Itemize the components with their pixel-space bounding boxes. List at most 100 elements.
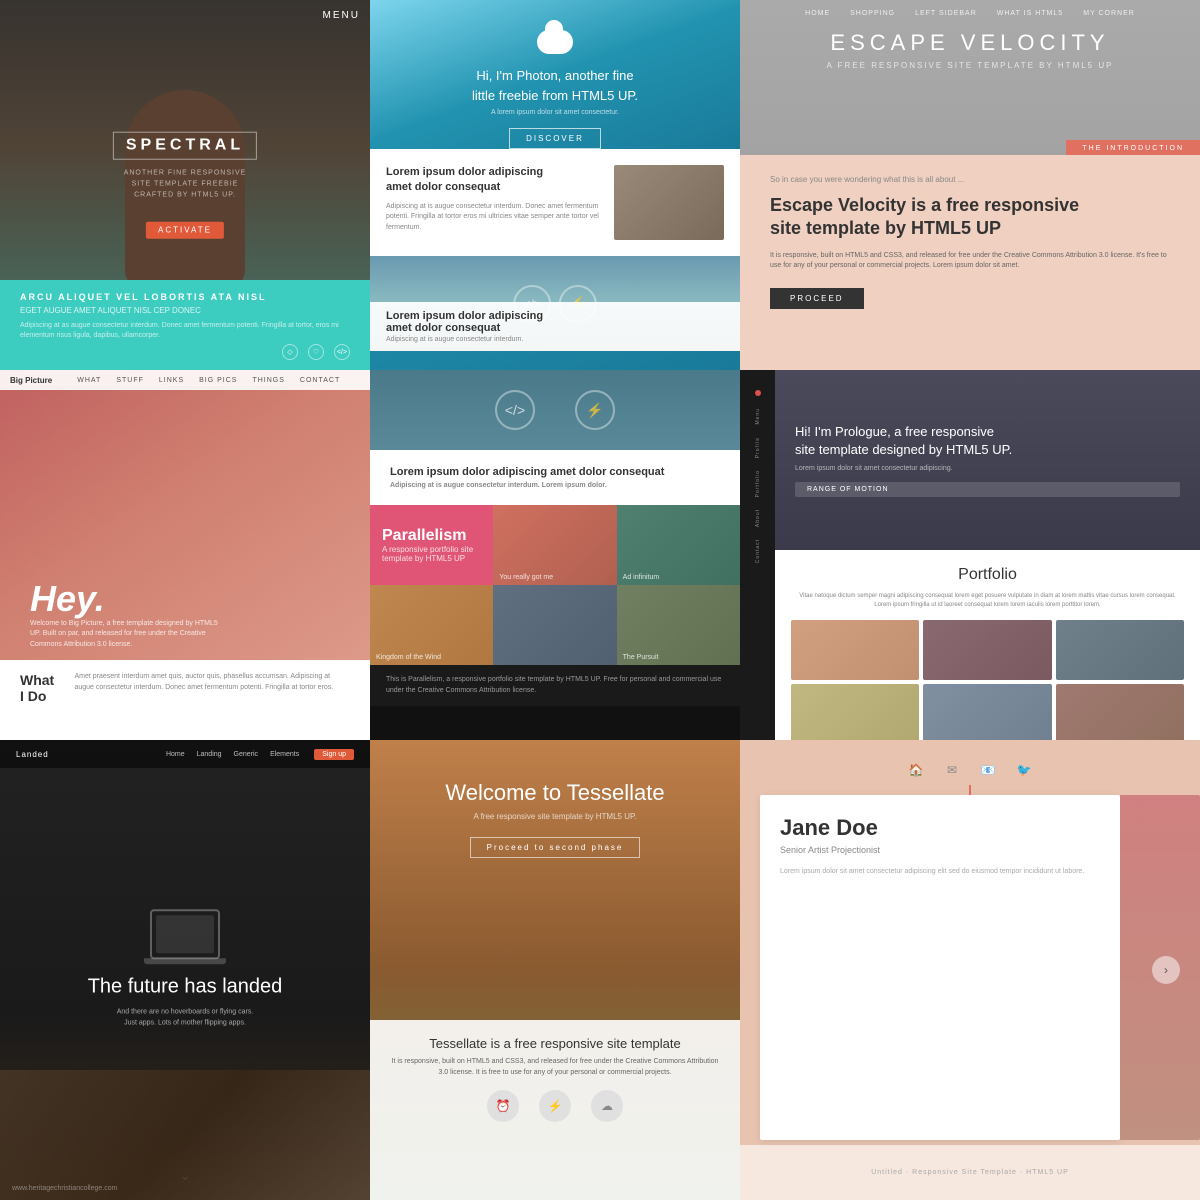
landed-nav-home[interactable]: Home: [166, 751, 185, 758]
parallelism-gallery-5[interactable]: The Pursuit: [617, 585, 740, 665]
spectral-teal-body: Adipiscing at as augue consectetur inter…: [20, 321, 350, 341]
bigpicture-nav-bigpics[interactable]: BIG PICS: [199, 377, 237, 384]
parallelism-gallery-2[interactable]: Ad infinitum: [617, 505, 740, 585]
cell-parallelism: </> ⚡ Lorem ipsum dolor adipiscing amet …: [370, 370, 740, 740]
portfolio-item-1[interactable]: [791, 620, 919, 680]
parallelism-gallery-3[interactable]: Kingdom of the Wind: [370, 585, 493, 665]
tessellate-footer-body: It is responsive, built on HTML5 and CSS…: [390, 1057, 720, 1078]
escape-proceed-btn[interactable]: PROCEED: [770, 288, 864, 309]
landed-logo: Landed: [16, 750, 151, 759]
spectral-teal-title: ARCU ALIQUET VEL LOBORTIS ATA NISL: [20, 292, 350, 302]
bigpicture-nav-things[interactable]: THINGS: [252, 377, 284, 384]
clock-icon: ⏰: [487, 1090, 519, 1122]
spectral-teal-bar: ARCU ALIQUET VEL LOBORTIS ATA NISL EGET …: [0, 280, 370, 370]
cell-escape: HOME SHOPPING LEFT SIDEBAR WHAT IS HTML5…: [740, 0, 1200, 370]
bigpicture-hey: Hey.: [30, 578, 105, 620]
prologue-sidebar-menu[interactable]: Menu: [755, 408, 761, 425]
bigpicture-nav-links[interactable]: LINKS: [159, 377, 184, 384]
jane-body: Lorem ipsum dolor sit amet consectetur a…: [780, 867, 1100, 878]
cell-prologue: Menu Profile Portfolio About Contact Hi!…: [740, 370, 1200, 740]
gallery-label-1: You really got me: [499, 574, 553, 581]
prologue-main: Hi! I'm Prologue, a free responsivesite …: [775, 370, 1200, 740]
spectral-menu: MENU: [323, 10, 360, 21]
spectral-title: SPECTRAL: [113, 132, 257, 160]
parallelism-icon-bolt: ⚡: [575, 390, 615, 430]
bigpicture-nav-what[interactable]: WHAT: [77, 377, 101, 384]
next-button[interactable]: ›: [1152, 956, 1180, 984]
parallelism-caption: This is Parallelism, a responsive portfo…: [370, 665, 740, 706]
cloud-icon: [537, 30, 573, 54]
parallelism-gallery-4[interactable]: [493, 585, 616, 665]
portfolio-item-3[interactable]: [1056, 620, 1184, 680]
escape-body-text: It is responsive, built on HTML5 and CSS…: [770, 251, 1170, 272]
portfolio-item-2[interactable]: [923, 620, 1051, 680]
escape-nav-corner[interactable]: MY CORNER: [1083, 10, 1135, 17]
parallelism-gallery: Parallelism A responsive portfolio sitet…: [370, 505, 740, 665]
landed-bottom-photo: www.heritagechristiancollege.com: [0, 1070, 370, 1200]
home-icon[interactable]: 🏠: [906, 760, 926, 780]
another-bottom-text: Untitled · Responsive Site Template · HT…: [871, 1169, 1069, 1176]
landed-nav-elements[interactable]: Elements: [270, 751, 299, 758]
photon-lorem-body: Adipiscing at is augue consectetur inter…: [386, 202, 602, 234]
prologue-sidebar: Menu Profile Portfolio About Contact: [740, 370, 775, 740]
portfolio-item-5[interactable]: [923, 684, 1051, 740]
tessellate-sub: A free responsive site template by HTML5…: [370, 812, 740, 821]
tessellate-icons: ⏰ ⚡ ☁: [390, 1090, 720, 1122]
prologue-sidebar-profile[interactable]: Profile: [755, 437, 761, 458]
tessellate-content: Welcome to Tessellate A free responsive …: [370, 780, 740, 858]
prologue-sub: Lorem ipsum dolor sit amet consectetur a…: [795, 465, 1180, 472]
code-icon: </>: [334, 344, 350, 360]
escape-nav-left[interactable]: LEFT SIDEBAR: [915, 10, 977, 17]
tessellate-footer-title: Tessellate is a free responsive site tem…: [390, 1036, 720, 1051]
laptop-screen: [156, 915, 214, 953]
cell-tessellate: Welcome to Tessellate A free responsive …: [370, 740, 740, 1200]
jane-role: Senior Artist Projectionist: [780, 845, 1100, 855]
escape-pink-section: So in case you were wondering what this …: [740, 155, 1200, 370]
photon-image: [614, 165, 724, 240]
prologue-sidebar-about[interactable]: About: [755, 509, 761, 527]
spectral-icons: ◇ ♡ </>: [282, 344, 350, 360]
landed-nav-generic[interactable]: Generic: [234, 751, 259, 758]
mountain-lorem-title: Lorem ipsum dolor adipiscingamet dolor c…: [386, 310, 724, 334]
parallelism-pink-item: Parallelism A responsive portfolio sitet…: [370, 505, 493, 585]
escape-nav-what[interactable]: WHAT IS HTML5: [997, 10, 1063, 17]
email-icon[interactable]: 📧: [978, 760, 998, 780]
gallery-bg-5: [617, 585, 740, 665]
landed-signup-btn[interactable]: Sign up: [314, 749, 354, 760]
escape-nav: HOME SHOPPING LEFT SIDEBAR WHAT IS HTML5…: [740, 10, 1200, 17]
portfolio-item-6[interactable]: [1056, 684, 1184, 740]
escape-nav-home[interactable]: HOME: [805, 10, 830, 17]
bigpicture-nav-stuff[interactable]: STUFF: [116, 377, 144, 384]
gallery-bg-2: [617, 505, 740, 585]
photon-discover-btn[interactable]: DISCOVER: [509, 128, 601, 149]
landed-nav-landing[interactable]: Landing: [197, 751, 222, 758]
mail-icon[interactable]: ✉: [942, 760, 962, 780]
heart-icon: ♡: [308, 344, 324, 360]
tessellate-proceed-btn[interactable]: Proceed to second phase: [470, 837, 641, 858]
prologue-portfolio: Portfolio Vitae natoque dictum semper ma…: [775, 550, 1200, 740]
bigpicture-nav-contact[interactable]: CONTACT: [300, 377, 340, 384]
gallery-label-5: The Pursuit: [623, 654, 659, 661]
portfolio-item-4[interactable]: [791, 684, 919, 740]
escape-main-subtitle: A FREE RESPONSIVE SITE TEMPLATE BY HTML5…: [740, 61, 1200, 70]
bigpicture-welcome: Welcome to Big Picture, a free template …: [30, 619, 230, 651]
twitter-icon[interactable]: 🐦: [1014, 760, 1034, 780]
escape-nav-shopping[interactable]: SHOPPING: [850, 10, 895, 17]
landed-hero-body: And there are no hoverboards or flying c…: [37, 1007, 333, 1028]
diamond-icon: ◇: [282, 344, 298, 360]
laptop-icon: [150, 909, 220, 959]
parallelism-lorem: Lorem ipsum dolor adipiscing amet dolor …: [370, 450, 740, 505]
spectral-activate-btn[interactable]: ACTIVATE: [146, 221, 224, 238]
parallelism-gallery-1[interactable]: You really got me: [493, 505, 616, 585]
another-bottom-bar: Untitled · Responsive Site Template · HT…: [740, 1145, 1200, 1200]
prologue-sidebar-portfolio[interactable]: Portfolio: [755, 470, 761, 497]
bigpicture-what-title: What I Do: [20, 672, 54, 704]
cell-photon: Hi, I'm Photon, another finelittle freeb…: [370, 0, 740, 370]
spectral-subtitle: ANOTHER FINE RESPONSIVESITE TEMPLATE FRE…: [113, 168, 257, 202]
prologue-range-btn[interactable]: RANGE OF MOTION: [795, 482, 1180, 497]
prologue-sidebar-contact[interactable]: Contact: [755, 539, 761, 563]
tessellate-bottom: Tessellate is a free responsive site tem…: [370, 1020, 740, 1200]
laptop-base: [144, 958, 226, 964]
prologue-sidebar-dot: [755, 390, 761, 396]
prologue-portfolio-body: Vitae natoque dictum semper magni adipis…: [791, 592, 1184, 610]
